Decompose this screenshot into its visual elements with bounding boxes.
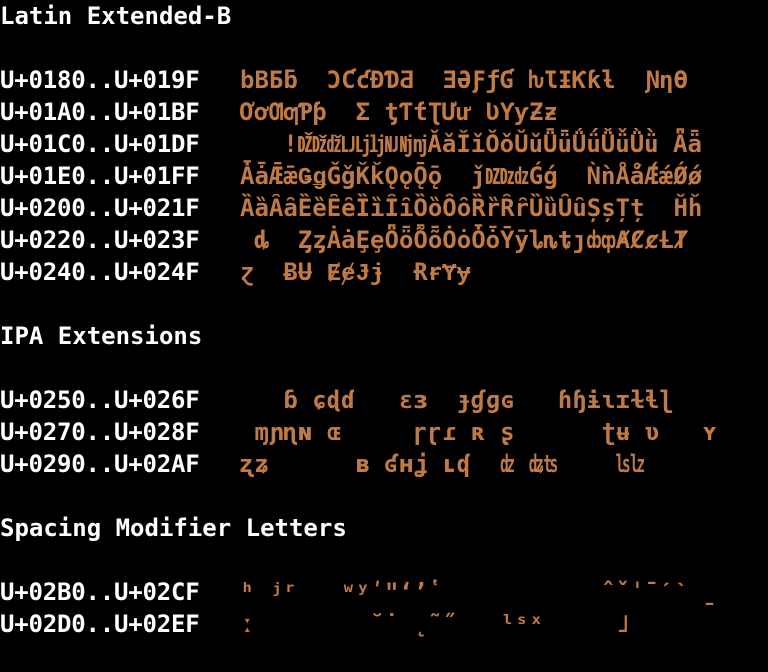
glyph-row: U+0240..U+024F ɀ ɃɄ ɆɇɈɉ ɌɍɎɏ	[0, 256, 768, 288]
codepoint-range: U+02B0..U+02CF	[0, 578, 200, 606]
glyph-row: U+0180..U+019F bBƂƃ ƆƇƈƉƊƋ ƎƏƑƒƓ ƕƖƗƘƙƚ Ɲ…	[0, 64, 768, 96]
glyph-sequence: ː ˘˙ ˛˜˝ ˡˢˣ ˩	[240, 610, 631, 638]
glyph-sequence: ȡ ȤȥȦȧȨȩȪȫȬȭȮȯȰȱȲȳȴȵȶȷȸȹȺȻȼȽȾ	[240, 226, 688, 254]
codepoint-range: U+01C0..U+01DF	[0, 130, 200, 158]
glyph-row: U+0200..U+021F ȀȁȂȃȄȅȆȇȈȉȊȋȌȍȎȏȐȑȒȓȔȕȖȗȘș…	[0, 192, 768, 224]
codepoint-range: U+01A0..U+01BF	[0, 98, 200, 126]
glyph-row: U+02B0..U+02CF ʰ ʲʳ ʷʸʹʺʻʼʽ ˆˇˈˉˊˋ ˍ	[0, 576, 768, 608]
glyph-row: U+0290..U+02AF ʐʑ ʙ ʛʜʝ ʟʠ ʣ ʥʦ ʪʫ	[0, 448, 768, 480]
glyph-row: U+0270..U+028F ɱɲɳɴ ɶ ɼɽɾ ʀ ʂ ʈʉ ʋ ʏ	[0, 416, 768, 448]
glyph-sequence: ƠơƢƣƤƥ Ʃ ƫƬƭƮƯư ƲƳƴƵƶ	[240, 98, 558, 126]
glyph-sequence: ʐʑ ʙ ʛʜʝ ʟʠ ʣ ʥʦ ʪʫ	[240, 450, 645, 478]
codepoint-range: U+0180..U+019F	[0, 66, 200, 94]
glyph-row: U+0250..U+026F ɓ ɕɖɗ ɛɜ ɟɠɡɢ ɦɧɨɩɪɫɬɭ	[0, 384, 768, 416]
glyph-sequence: ǠǡǢǣǤǥǦǧǨǩǪǫǬǭ ǰǱǲǳǴǵ ǸǹǺǻǼǽǾǿ	[240, 162, 703, 190]
glyph-sequence: ɓ ɕɖɗ ɛɜ ɟɠɡɢ ɦɧɨɩɪɫɬɭ	[240, 386, 674, 414]
codepoint-range: U+0270..U+028F	[0, 418, 200, 446]
glyph-sequence: ɀ ɃɄ ɆɇɈɉ ɌɍɎɏ	[240, 258, 471, 286]
glyph-sequence: ȀȁȂȃȄȅȆȇȈȉȊȋȌȍȎȏȐȑȒȓȔȕȖȗȘșȚț Ȟȟ	[240, 194, 703, 222]
codepoint-range: U+02D0..U+02EF	[0, 610, 200, 638]
section-title-latin-extended-b: Latin Extended-B	[0, 2, 232, 30]
glyph-sequence: ʰ ʲʳ ʷʸʹʺʻʼʽ ˆˇˈˉˊˋ ˍ	[240, 578, 717, 606]
codepoint-range: U+0220..U+023F	[0, 226, 200, 254]
terminal-screen: Latin Extended-B U+0180..U+019F bBƂƃ ƆƇƈƉ…	[0, 0, 768, 672]
glyph-row: U+01E0..U+01FF ǠǡǢǣǤǥǦǧǨǩǪǫǬǭ ǰǱǲǳǴǵ ǸǹǺǻ…	[0, 160, 768, 192]
section-title-spacing-modifier-letters: Spacing Modifier Letters	[0, 514, 347, 542]
codepoint-range: U+0240..U+024F	[0, 258, 200, 286]
glyph-sequence: bBƂƃ ƆƇƈƉƊƋ ƎƏƑƒƓ ƕƖƗƘƙƚ ƝƞƟ	[240, 66, 688, 94]
glyph-sequence: ǃǄǅǆǇǈǉǊǋǌǍǎǏǐǑǒǓǔǕǖǗǘǙǚǛǜ Ǟǟ	[240, 130, 702, 158]
codepoint-range: U+0200..U+021F	[0, 194, 200, 222]
glyph-row: U+01A0..U+01BF ƠơƢƣƤƥ Ʃ ƫƬƭƮƯư ƲƳƴƵƶ	[0, 96, 768, 128]
glyph-row: U+02D0..U+02EF ː ˘˙ ˛˜˝ ˡˢˣ ˩	[0, 608, 768, 640]
glyph-sequence: ɱɲɳɴ ɶ ɼɽɾ ʀ ʂ ʈʉ ʋ ʏ	[240, 418, 717, 446]
codepoint-range: U+0250..U+026F	[0, 386, 200, 414]
glyph-row: U+01C0..U+01DF ǃǄǅǆǇǈǉǊǋǌǍǎǏǐǑǒǓǔǕǖǗǘǙǚǛ…	[0, 128, 768, 160]
codepoint-range: U+0290..U+02AF	[0, 450, 200, 478]
glyph-row: U+0220..U+023F ȡ ȤȥȦȧȨȩȪȫȬȭȮȯȰȱȲȳȴȵȶȷȸȹȺ…	[0, 224, 768, 256]
codepoint-range: U+01E0..U+01FF	[0, 162, 200, 190]
section-title-ipa-extensions: IPA Extensions	[0, 322, 203, 350]
